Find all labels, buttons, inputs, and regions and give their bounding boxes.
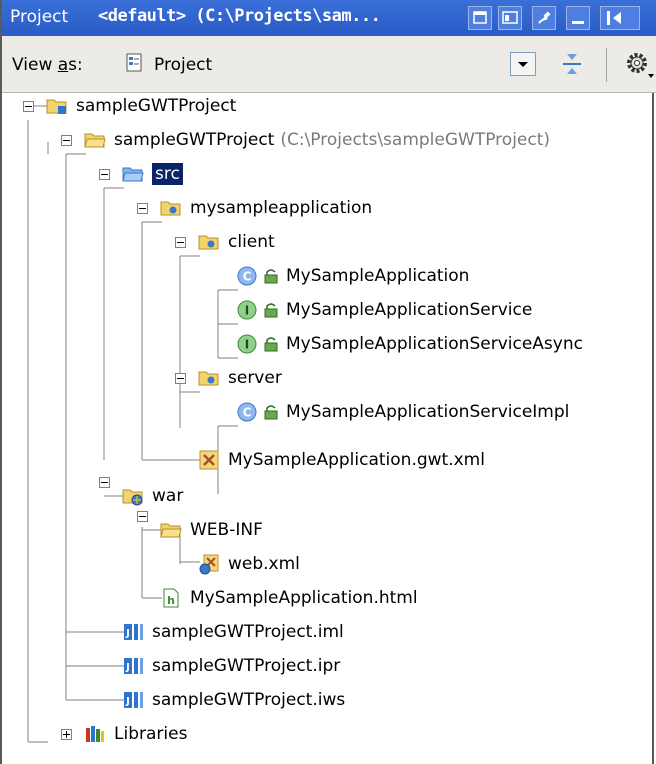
collapse-all-icon[interactable]: [558, 50, 586, 78]
svg-text:I: I: [245, 338, 249, 352]
source-folder-icon: [122, 167, 144, 182]
svg-text:J: J: [125, 696, 130, 707]
pin-icon[interactable]: [532, 6, 556, 30]
tree-node-root[interactable]: sampleGWTProject: [46, 92, 236, 120]
interface-icon: I: [237, 334, 257, 354]
view-as-label: View as:: [12, 55, 83, 75]
tree-node-server[interactable]: server: [198, 364, 282, 392]
tree-node-iws[interactable]: J sampleGWTProject.iws: [122, 686, 345, 714]
scope-title[interactable]: <default> (C:\Projects\sam...: [98, 6, 381, 26]
tree-node-client[interactable]: client: [198, 228, 275, 256]
html-file-icon: h: [163, 588, 179, 608]
svg-text:J: J: [125, 662, 130, 673]
lock-icon: [264, 405, 278, 420]
settings-gear-icon[interactable]: [624, 50, 654, 80]
svg-text:C: C: [243, 270, 252, 284]
libraries-icon: [86, 726, 104, 742]
hide-icon[interactable]: [600, 6, 640, 30]
title-bar[interactable]: Project <default> (C:\Projects\sam...: [2, 0, 656, 36]
tree-node-libraries[interactable]: Libraries: [84, 720, 187, 748]
class-icon: C: [237, 402, 257, 422]
svg-text:h: h: [167, 594, 175, 607]
tree-node-interface[interactable]: I MySampleApplicationService: [236, 296, 532, 324]
collapse-toggle[interactable]: [175, 237, 186, 248]
idea-file-icon: J: [124, 624, 143, 640]
svg-text:I: I: [245, 304, 249, 318]
layout-icon[interactable]: [498, 6, 522, 30]
package-icon: [160, 201, 181, 216]
collapse-toggle[interactable]: [61, 135, 72, 146]
dropdown-arrow-icon[interactable]: [510, 52, 536, 76]
view-mode-value[interactable]: Project: [154, 55, 212, 75]
collapse-toggle[interactable]: [99, 477, 110, 488]
svg-text:C: C: [243, 406, 252, 420]
collapse-toggle[interactable]: [137, 203, 148, 214]
tree-node-gwt-xml[interactable]: MySampleApplication.gwt.xml: [198, 446, 485, 474]
web-folder-icon: [122, 489, 143, 506]
lock-icon: [264, 269, 278, 284]
xml-file-icon: [199, 450, 219, 470]
project-tree[interactable]: sampleGWTProject sampleGWTProject (C:\Pr…: [2, 92, 656, 764]
tree-node-module[interactable]: sampleGWTProject (C:\Projects\sampleGWTP…: [84, 126, 550, 154]
project-folder-icon: [46, 99, 67, 114]
tree-node-webinf[interactable]: WEB-INF: [160, 516, 263, 544]
web-xml-icon: [199, 554, 219, 575]
interface-icon: I: [237, 300, 257, 320]
idea-file-icon: J: [124, 692, 143, 708]
collapse-toggle[interactable]: [175, 373, 186, 384]
tree-node-package[interactable]: mysampleapplication: [160, 194, 372, 222]
tree-node-class[interactable]: C MySampleApplication: [236, 262, 469, 290]
collapse-toggle[interactable]: [99, 169, 110, 180]
project-tool-window: Project <default> (C:\Projects\sam... Vi…: [0, 0, 656, 764]
minimize-icon[interactable]: [566, 6, 590, 30]
expand-toggle[interactable]: [61, 729, 72, 740]
package-icon: [198, 235, 219, 250]
tree-node-war[interactable]: war: [122, 482, 183, 510]
restore-icon[interactable]: [468, 6, 492, 30]
lock-icon: [264, 303, 278, 318]
toolbar-separator: [606, 48, 607, 82]
tree-node-iml[interactable]: J sampleGWTProject.iml: [122, 618, 344, 646]
tree-node-web-xml[interactable]: web.xml: [198, 550, 300, 578]
lock-icon: [264, 337, 278, 352]
tree-node-ipr[interactable]: J sampleGWTProject.ipr: [122, 652, 340, 680]
tree-node-html[interactable]: h MySampleApplication.html: [160, 584, 418, 612]
tree-node-interface[interactable]: I MySampleApplicationServiceAsync: [236, 330, 583, 358]
view-toolbar: View as: Project: [2, 36, 656, 93]
collapse-toggle[interactable]: [137, 511, 148, 522]
module-folder-icon: [84, 133, 106, 148]
tree-node-class[interactable]: C MySampleApplicationServiceImpl: [236, 398, 569, 426]
idea-file-icon: J: [124, 658, 143, 674]
tree-node-src[interactable]: src: [122, 160, 183, 188]
panel-title: Project: [10, 7, 69, 27]
selected-label: src: [152, 163, 183, 185]
project-view-icon: [126, 53, 142, 72]
class-icon: C: [237, 266, 257, 286]
folder-icon: [160, 523, 182, 538]
collapse-toggle[interactable]: [23, 101, 34, 112]
svg-text:J: J: [125, 628, 130, 639]
package-icon: [198, 371, 219, 386]
